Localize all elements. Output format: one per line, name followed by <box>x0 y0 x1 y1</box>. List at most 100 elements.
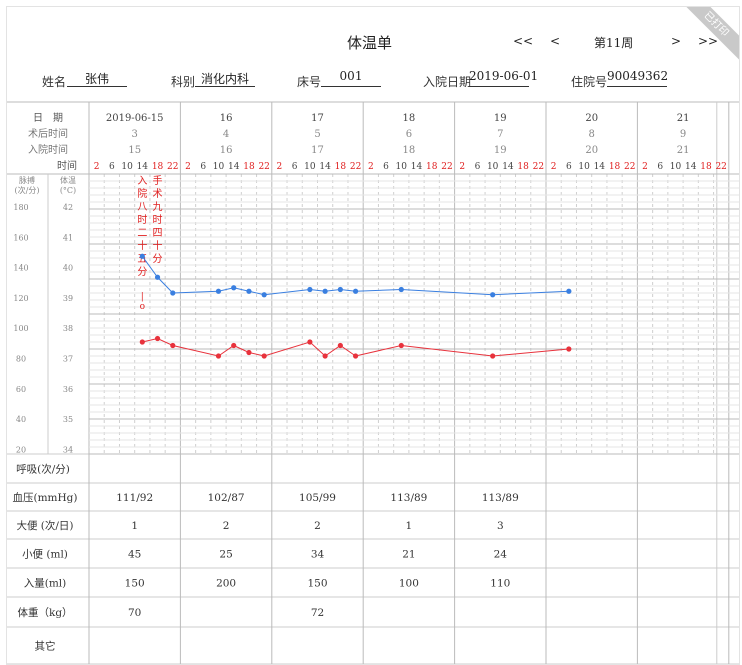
stool-value: 2 <box>223 520 230 532</box>
temperature-point <box>307 339 313 345</box>
time-slot-label: 14 <box>685 162 697 172</box>
pulse-point <box>566 288 572 294</box>
temperature-point <box>139 339 145 345</box>
pulse-point <box>352 288 359 294</box>
time-slot-label: 10 <box>670 162 682 172</box>
post-op-value: 5 <box>314 129 320 140</box>
pulse-point <box>154 274 161 280</box>
time-slot-label: 22 <box>258 162 269 172</box>
pulse-tick: 60 <box>16 385 26 394</box>
pulse-tick: 80 <box>16 355 26 364</box>
temperature-point <box>215 353 222 359</box>
event-text: 八 <box>137 202 147 213</box>
temperature-point <box>154 335 161 342</box>
stool-value: 2 <box>314 520 321 532</box>
bp-value: 105/99 <box>299 492 336 504</box>
bp-value: 111/92 <box>116 492 153 504</box>
other-row-label: 其它 <box>35 640 56 653</box>
temperature-point <box>322 353 328 359</box>
post-op-value: 6 <box>406 129 412 140</box>
intake-value: 110 <box>490 578 510 590</box>
intake-value: 150 <box>307 578 327 590</box>
urine-value: 25 <box>219 549 232 561</box>
admit-day-value: 18 <box>403 145 416 156</box>
event-dot: o <box>140 302 145 312</box>
event-text: 四 <box>153 228 163 239</box>
time-slot-label: 2 <box>642 162 648 172</box>
pulse-unit: (次/分) <box>15 185 40 195</box>
time-slot-label: 6 <box>566 162 572 172</box>
date-value: 17 <box>311 113 324 124</box>
time-slot-label: 2 <box>277 162 283 172</box>
event-text: 院 <box>137 187 147 200</box>
date-value: 20 <box>585 113 598 124</box>
pulse-point <box>261 292 267 298</box>
event-text: 十 <box>153 239 163 252</box>
pulse-tick: 140 <box>13 264 28 273</box>
temperature-point <box>170 342 176 349</box>
time-slot-label: 6 <box>200 162 206 172</box>
time-slot-label: 22 <box>533 162 544 172</box>
time-slot-label: 18 <box>335 162 347 172</box>
time-slot-label: 22 <box>441 162 452 172</box>
time-slot-label: 18 <box>517 162 529 172</box>
post-op-value: 8 <box>589 129 595 140</box>
post-op-value: 3 <box>132 129 138 140</box>
time-slot-label: 18 <box>243 162 255 172</box>
admit-day-value: 16 <box>220 145 233 156</box>
date-value: 18 <box>403 113 416 124</box>
time-slot-label: 6 <box>292 162 298 172</box>
intake-value: 100 <box>399 578 419 590</box>
time-slot-label: 10 <box>213 162 225 172</box>
stool-value: 1 <box>406 520 413 532</box>
temp-tick: 42 <box>63 203 73 212</box>
date-value: 2019-06-15 <box>106 113 164 124</box>
time-slot-label: 6 <box>383 162 389 172</box>
time-slot-label: 6 <box>657 162 663 172</box>
event-text: 分 <box>153 253 163 265</box>
pulse-point <box>322 288 328 294</box>
temp-tick: 35 <box>63 415 73 424</box>
stool-value: 1 <box>131 520 138 532</box>
temperature-point <box>337 342 343 349</box>
temp-tick: 34 <box>63 445 73 454</box>
temperature-point <box>566 346 572 352</box>
bp-value: 102/87 <box>208 492 245 504</box>
urine-value: 34 <box>311 549 325 561</box>
bp-value: 113/89 <box>482 492 519 504</box>
date-value: 16 <box>220 113 233 124</box>
temperature-line <box>142 337 569 357</box>
pulse-header: 脉搏 <box>19 175 35 185</box>
time-slot-label: 10 <box>578 162 590 172</box>
event-text: 手 <box>153 174 163 187</box>
urine-value: 21 <box>402 549 415 561</box>
post-op-value: 7 <box>497 129 503 140</box>
pulse-point <box>337 286 343 293</box>
time-slot-label: 22 <box>715 162 726 172</box>
time-slot-label: 6 <box>475 162 481 172</box>
pulse-tick: 120 <box>13 294 28 303</box>
temp-tick: 36 <box>63 385 73 394</box>
date-row-label: 日 期 <box>33 112 63 124</box>
temp-unit: (°C) <box>60 186 76 195</box>
pulse-tick: 100 <box>13 324 28 333</box>
temp-tick: 38 <box>63 324 73 333</box>
temp-tick: 40 <box>63 264 73 273</box>
time-slot-label: 10 <box>304 162 316 172</box>
event-text: 时 <box>137 214 147 226</box>
time-row-label: 时间 <box>57 159 77 172</box>
pulse-tick: 180 <box>13 203 28 212</box>
time-slot-label: 14 <box>594 162 606 172</box>
post-op-value: 9 <box>680 129 686 140</box>
temperature-point <box>352 353 359 359</box>
time-slot-label: 14 <box>319 162 331 172</box>
time-slot-label: 2 <box>551 162 557 172</box>
temperature-point <box>398 342 404 349</box>
pulse-tick: 20 <box>16 445 26 454</box>
time-slot-label: 18 <box>700 162 712 172</box>
admit-day-value: 15 <box>128 145 141 156</box>
temp-header: 体温 <box>60 175 76 185</box>
time-slot-label: 10 <box>121 162 133 172</box>
intake-row-label: 入量(ml) <box>24 578 67 590</box>
time-slot-label: 14 <box>137 162 149 172</box>
